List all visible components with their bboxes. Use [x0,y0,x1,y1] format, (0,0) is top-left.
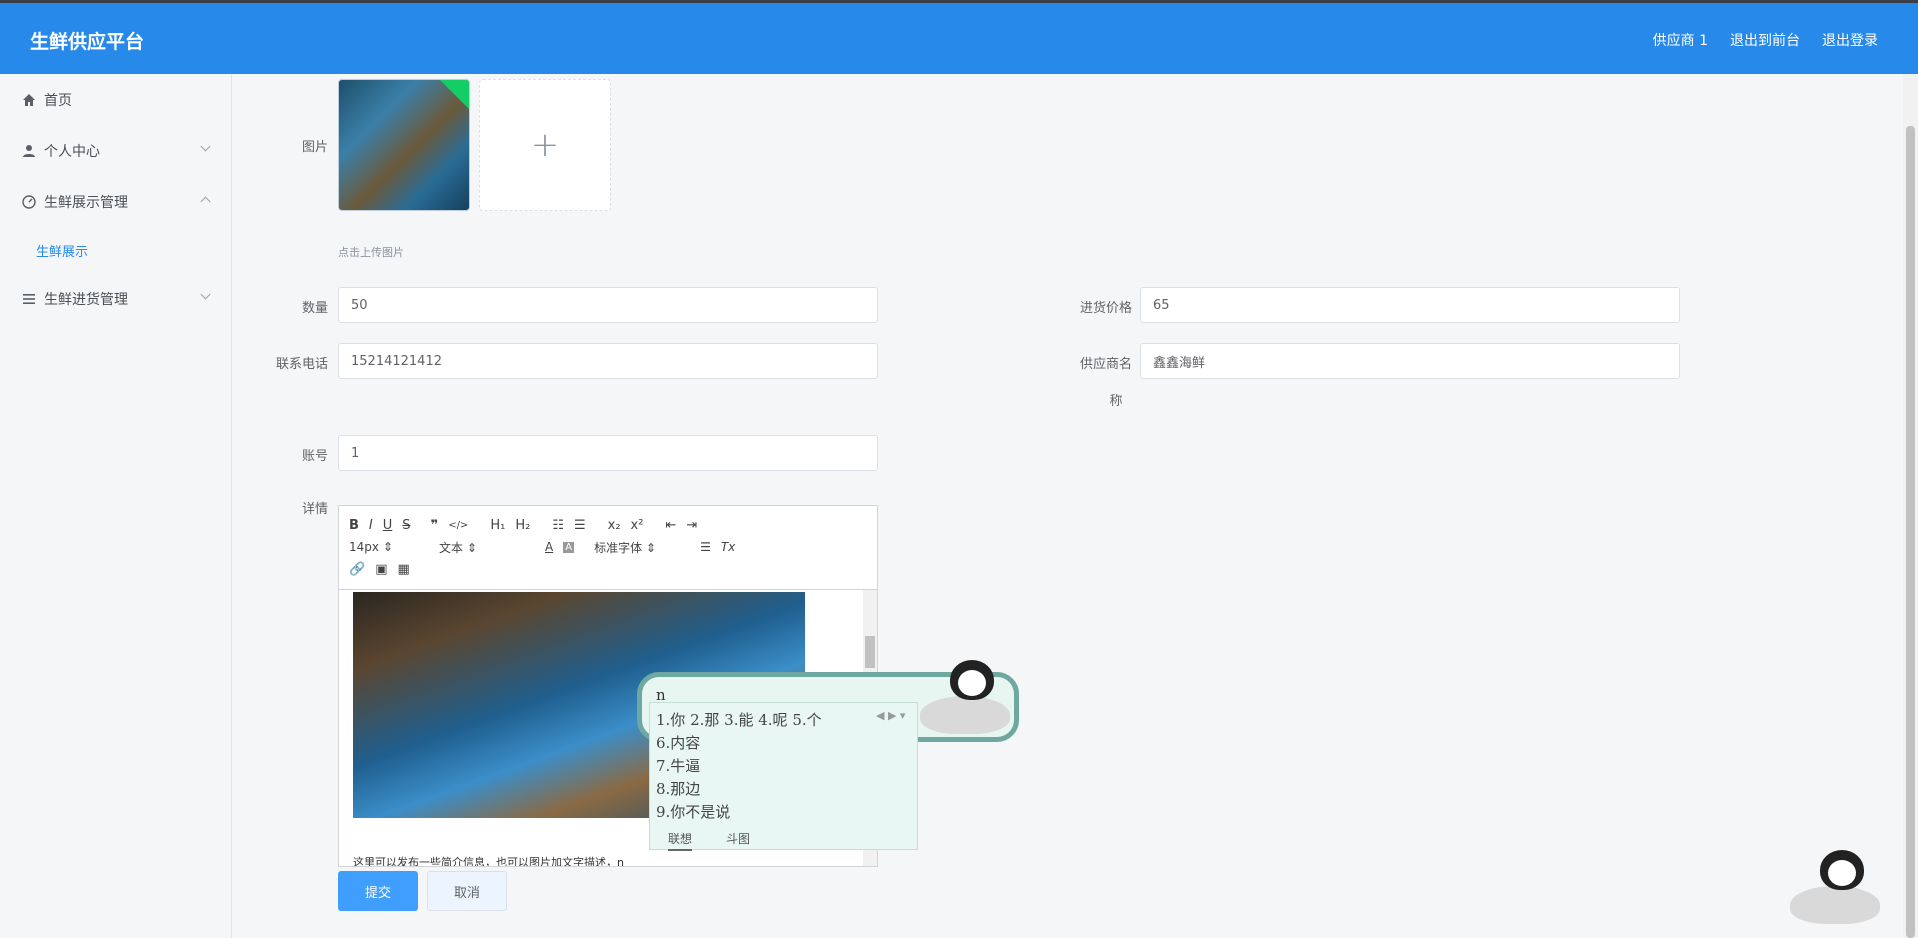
sidebar: 首页 个人中心 生鲜展示管理 生鲜展示 生鲜进货管理 [0,74,232,938]
chevron-down-icon [200,141,211,152]
editor-scroll-thumb[interactable] [865,636,875,668]
chevron-down-icon [200,289,211,300]
sidebar-item-label: 生鲜进货管理 [44,291,128,308]
supplier-name-label-wrap: 称 [1109,394,1123,409]
sidebar-item-profile[interactable]: 个人中心 [0,125,231,176]
mascot-face [1828,860,1856,886]
logout-link[interactable]: 退出登录 [1822,30,1878,50]
header-select[interactable]: 文本 ⇕ [439,539,535,556]
ime-candidates-row[interactable]: 1.你 2.那 3.能 4.呢 5.个 [656,709,822,730]
page-scroll-thumb[interactable] [1906,126,1915,938]
mascot-body [1790,886,1880,924]
background-color-icon[interactable]: A [563,541,575,553]
outdent-icon[interactable]: ⇤ [665,518,676,533]
supplier-name-input[interactable]: 鑫鑫海鲜 [1140,343,1680,379]
image-upload-button[interactable]: + [479,79,611,211]
upload-success-badge [438,80,469,111]
bullet-list-icon[interactable]: ☰ [574,518,586,533]
uploaded-image-thumbnail[interactable] [338,79,470,211]
clear-format-icon[interactable]: Tx [721,540,735,554]
ime-candidate-7[interactable]: 7.牛逼 [656,755,700,776]
submit-button[interactable]: 提交 [338,871,418,911]
back-to-front-link[interactable]: 退出到前台 [1730,30,1800,50]
indent-icon[interactable]: ⇥ [686,518,697,533]
underline-button[interactable]: U [383,518,393,533]
ime-tab-meme[interactable]: 斗图 [726,830,750,851]
phone-input[interactable]: 15214121412 [338,343,878,379]
sidebar-item-home[interactable]: 首页 [0,74,231,125]
align-icon[interactable]: ☰ [700,540,711,554]
ime-mascot-icon [920,660,1010,736]
account-input[interactable]: 1 [338,435,878,471]
sidebar-item-display-management[interactable]: 生鲜展示管理 [0,176,231,227]
mascot-body [920,696,1010,734]
ime-tabs: 联想 斗图 [668,830,750,851]
user-icon [23,144,35,157]
link-icon[interactable]: 🔗 [349,562,365,577]
mascot-face [958,670,986,696]
top-header: 生鲜供应平台 供应商 1 退出到前台 退出登录 [0,0,1918,74]
heading1-button[interactable]: H₁ [490,518,505,533]
text-color-icon[interactable]: A [545,540,553,554]
sidebar-subitem-display[interactable]: 生鲜展示 [0,227,231,273]
current-user-label[interactable]: 供应商 1 [1653,30,1708,50]
ordered-list-icon[interactable]: ☷ [552,518,564,533]
blockquote-button[interactable]: ❞ [431,518,439,533]
sidebar-item-label: 个人中心 [44,143,100,160]
image-label: 图片 [301,140,328,155]
ime-page-arrows-icon[interactable]: ◀ ▶ ▾ [876,709,905,722]
italic-button[interactable]: I [369,518,373,533]
sidebar-item-label: 首页 [44,92,72,109]
ime-tab-association[interactable]: 联想 [668,830,693,851]
image-icon[interactable]: ▣ [375,562,387,577]
account-label: 账号 [301,449,328,464]
subscript-button[interactable]: x₂ [608,518,621,533]
brand-title: 生鲜供应平台 [30,31,145,53]
quantity-label: 数量 [301,301,328,316]
heading2-button[interactable]: H₂ [515,518,530,533]
header-links: 供应商 1 退出到前台 退出登录 [1653,30,1878,50]
cancel-button[interactable]: 取消 [427,871,507,911]
phone-label: 联系电话 [275,357,328,372]
floating-mascot-icon[interactable] [1790,850,1880,926]
price-label: 进货价格 [1079,301,1132,316]
ime-candidate-6[interactable]: 6.内容 [656,732,700,753]
sidebar-item-label: 生鲜展示管理 [44,194,128,211]
gauge-icon [22,194,36,209]
list-icon [23,293,35,304]
superscript-button[interactable]: x² [631,518,644,533]
ime-candidate-9[interactable]: 9.你不是说 [656,801,730,822]
font-size-select[interactable]: 14px ⇕ [349,540,429,554]
strike-button[interactable]: S [402,518,410,533]
chevron-up-icon [200,196,211,207]
font-size-value: 14px [349,540,379,554]
upload-tip: 点击上传图片 [338,246,404,259]
ime-candidate-8[interactable]: 8.那边 [656,778,700,799]
ime-composition-text: n [656,686,666,704]
editor-toolbar: B I U S ❞ </> H₁ H₂ ☷ ☰ x₂ x² ⇤ ⇥ 14px ⇕… [339,506,877,590]
editor-text: 这里可以发布一些简介信息，也可以图片加文字描述，n [353,856,624,866]
plus-icon: + [530,125,560,165]
page-scrollbar[interactable] [1903,74,1918,938]
font-family-select[interactable]: 标准字体 ⇕ [594,539,690,556]
supplier-name-label: 供应商名 [1079,357,1132,372]
detail-label: 详情 [301,502,328,517]
home-icon [23,93,35,106]
quantity-input[interactable]: 50 [338,287,878,323]
bold-button[interactable]: B [349,518,359,533]
video-icon[interactable]: ▦ [397,562,409,577]
code-block-button[interactable]: </> [448,520,468,531]
font-family-value: 标准字体 [594,540,643,555]
sidebar-item-purchase-management[interactable]: 生鲜进货管理 [0,273,231,324]
price-input[interactable]: 65 [1140,287,1680,323]
header-select-value: 文本 [439,540,464,555]
